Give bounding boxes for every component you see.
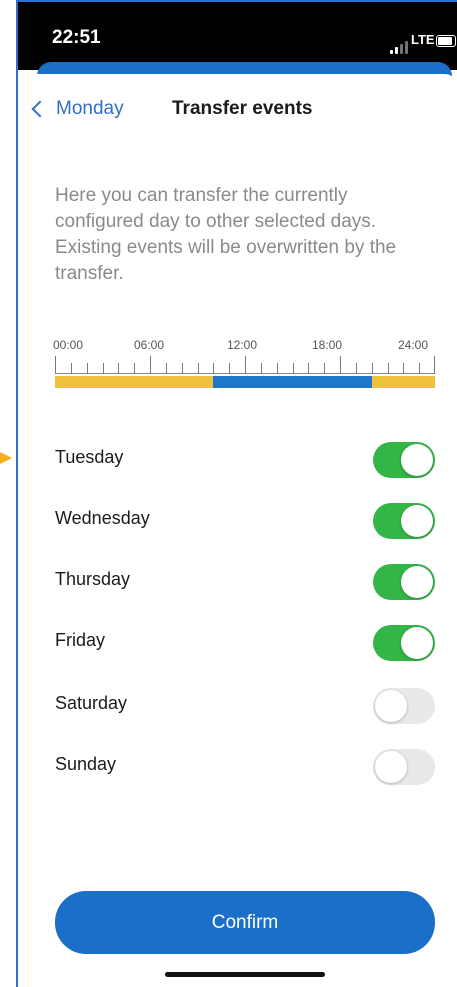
day-row-wednesday: Wednesday [55,499,435,539]
tuesday-toggle[interactable] [373,442,435,478]
timeline-tick [165,363,167,374]
sunday-toggle[interactable] [373,749,435,785]
timeline-tick [434,356,435,374]
timeline-tick [86,363,88,374]
timeline-tick [118,363,120,374]
back-button[interactable]: Monday [28,96,124,122]
day-row-sunday: Sunday [55,745,435,785]
day-row-friday: Friday [55,621,435,661]
day-row-saturday: Saturday [55,684,435,724]
chevron-left-icon [31,100,49,118]
timeline-tick [276,363,278,374]
day-row-tuesday: Tuesday [55,438,435,478]
timeline-tick [134,363,136,374]
day-label: Wednesday [55,508,150,528]
wednesday-toggle[interactable] [373,503,435,539]
timeline-tick [355,363,357,374]
timeline-tick [403,363,405,374]
saturday-toggle[interactable] [373,688,435,724]
timeline-label: 00:00 [53,338,84,352]
status-time: 22:51 [52,27,101,48]
signal-icon [390,40,410,54]
timeline-tick [324,363,326,374]
timeline-label: 06:00 [134,338,165,352]
timeline-tick [260,363,262,374]
timeline-segment-yellow [371,376,435,388]
timeline-tick [292,363,294,374]
timeline-tick [181,363,183,374]
timeline-tick [150,356,151,374]
confirm-button[interactable]: Confirm [55,891,435,954]
page-title: Transfer events [172,98,313,119]
battery-icon [436,35,456,47]
thursday-toggle[interactable] [373,564,435,600]
day-label: Thursday [55,569,131,589]
timeline-label: 18:00 [312,338,343,352]
timeline-label: 24:00 [398,338,429,352]
timeline-tick [213,363,215,374]
pointer-arrow-icon [0,452,12,464]
timeline-segment-blue [213,376,372,388]
timeline-tick [229,363,231,374]
timeline-segment-yellow [55,376,214,388]
friday-toggle[interactable] [373,625,435,661]
timeline-tick [55,356,56,374]
timeline-tick [340,356,341,374]
timeline-tick [70,363,72,374]
day-label: Sunday [55,754,117,774]
day-label: Tuesday [55,447,124,467]
timeline-tick [419,363,421,374]
timeline-tick [308,363,310,374]
home-indicator [165,972,325,977]
description-text: Here you can transfer the currently conf… [55,185,397,284]
day-timeline: 00:00 06:00 12:00 18:00 24:00 [53,338,435,394]
day-label: Saturday [55,693,128,713]
timeline-tick [371,363,373,374]
timeline-tick [102,363,104,374]
day-label: Friday [55,630,106,650]
status-bar: 22:51 LTE [18,2,457,70]
day-row-thursday: Thursday [55,560,435,600]
timeline-label: 12:00 [227,338,258,352]
back-label: Monday [56,98,124,119]
timeline-tick [245,356,246,374]
timeline-tick [197,363,199,374]
network-label: LTE [411,32,435,47]
timeline-tick [387,363,389,374]
